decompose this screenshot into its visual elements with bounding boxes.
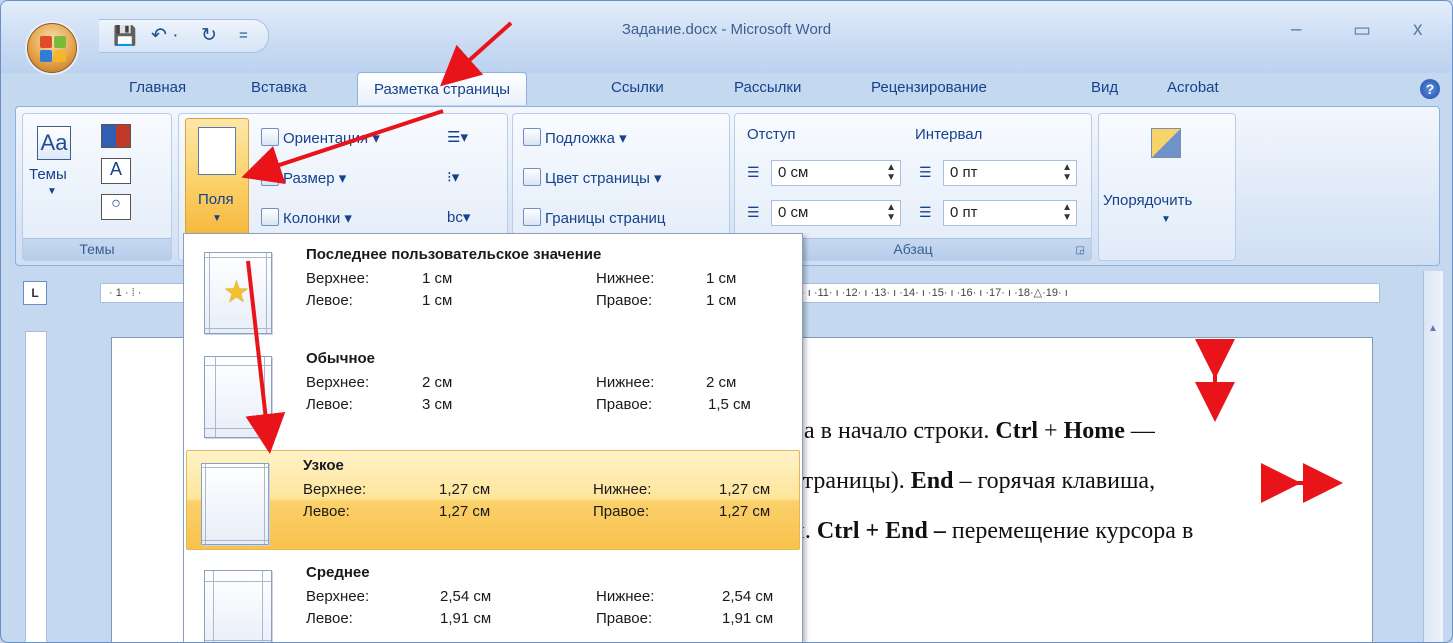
doc-line-3: и. Ctrl + End – перемещение курсора в (792, 518, 1194, 544)
watermark-button[interactable]: Подложка ▾ (523, 128, 627, 147)
orientation-button[interactable]: Ориентация ▾ (261, 128, 380, 147)
tab-mailings[interactable]: Рассылки (734, 79, 801, 96)
themes-group-label: Темы (23, 238, 171, 260)
page-borders-icon (523, 208, 541, 226)
spinner-icon[interactable]: ▲ ▼ (1062, 163, 1072, 183)
theme-colors-icon[interactable] (101, 124, 131, 148)
margins-option-last-custom[interactable]: ★ Последнее пользовательское значение Ве… (186, 240, 800, 340)
scroll-up-icon[interactable]: ▲ (1428, 323, 1438, 334)
tab-page-layout[interactable]: Разметка страницы (357, 72, 528, 105)
arrange-icon (1151, 128, 1181, 158)
title-bar: 💾 ↶ · ↻ = Задание.docx - Microsoft Word … (1, 1, 1452, 73)
tab-acrobat[interactable]: Acrobat (1167, 79, 1219, 96)
chevron-down-icon: ▼ (212, 213, 222, 224)
tab-selector-button[interactable]: L (23, 281, 47, 305)
indent-right-field[interactable]: 0 см ▲ ▼ (771, 200, 901, 226)
option-title: Обычное (306, 350, 376, 367)
tab-home[interactable]: Главная (129, 79, 186, 96)
spacing-before-icon: ☰ (919, 164, 932, 180)
window-title: Задание.docx - Microsoft Word (621, 21, 832, 38)
spinner-icon[interactable]: ▲ ▼ (1062, 203, 1072, 223)
themes-group: Aa Темы ▼ A ○ Темы (22, 113, 172, 261)
columns-button[interactable]: Колонки ▾ (261, 208, 352, 227)
page-thumbnail-icon (201, 463, 269, 545)
spacing-before-field[interactable]: 0 пт ▲ ▼ (943, 160, 1077, 186)
tab-review[interactable]: Рецензирование (871, 79, 987, 96)
chevron-down-icon: ▼ (1161, 214, 1171, 225)
margins-dropdown: ★ Последнее пользовательское значение Ве… (183, 233, 803, 642)
option-title: Среднее (306, 564, 370, 581)
margins-icon (198, 127, 236, 175)
paint-bucket-icon (523, 168, 541, 186)
page-thumbnail-icon (204, 570, 272, 642)
page-thumbnail-icon: ★ (204, 252, 272, 334)
indent-label: Отступ (747, 126, 796, 143)
spinner-icon[interactable]: ▲ ▼ (886, 163, 896, 183)
page-color-button[interactable]: Цвет страницы ▾ (523, 168, 662, 187)
line-numbers-icon[interactable]: ⁝▾ (447, 168, 459, 186)
ribbon-tabs: Главная Вставка Разметка страницы Ссылки… (1, 72, 1452, 107)
margins-option-normal[interactable]: Обычное Верхнее: 2 см Нижнее: 2 см Левое… (186, 344, 800, 444)
columns-icon (261, 208, 279, 226)
size-button[interactable]: Размер ▾ (261, 168, 346, 187)
star-icon: ★ (223, 276, 250, 309)
themes-icon: Aa (37, 126, 71, 160)
page-thumbnail-icon (204, 356, 272, 438)
close-button[interactable]: x (1413, 19, 1423, 41)
breaks-icon[interactable]: ☰▾ (447, 128, 468, 146)
watermark-icon (523, 128, 541, 146)
vertical-scrollbar[interactable]: ▲ (1423, 271, 1443, 642)
themes-label: Темы (29, 166, 67, 183)
spacing-after-icon: ☰ (919, 204, 932, 220)
spacing-label: Интервал (915, 126, 983, 143)
indent-left-icon: ☰ (747, 164, 760, 180)
dialog-launcher-icon[interactable]: ◲ (1076, 245, 1085, 256)
margins-option-narrow[interactable]: Узкое Верхнее: 1,27 см Нижнее: 1,27 см Л… (186, 450, 800, 550)
vertical-ruler[interactable] (25, 331, 47, 642)
theme-fonts-icon[interactable]: A (101, 158, 131, 184)
hyphenation-icon[interactable]: bc▾ (447, 208, 470, 226)
chevron-down-icon: ▼ (47, 186, 57, 197)
doc-line-1: ра в начало строки. Ctrl + Home — (792, 418, 1155, 444)
tab-references[interactable]: Ссылки (611, 79, 664, 96)
theme-effects-icon[interactable]: ○ (101, 194, 131, 220)
doc-line-2: страницы). End – горячая клавиша, (792, 468, 1156, 494)
office-logo-icon (40, 36, 66, 62)
margins-button[interactable]: Поля ▼ (185, 118, 249, 238)
ruler-right-ticks: · ı ·11· ı ·12· ı ·13· ı ·14· ı ·15· ı ·… (801, 287, 1068, 299)
help-icon[interactable]: ? (1420, 79, 1440, 99)
size-icon (261, 168, 279, 186)
indent-right-icon: ☰ (747, 204, 760, 220)
minimize-button[interactable]: – (1291, 19, 1302, 41)
spacing-after-field[interactable]: 0 пт ▲ ▼ (943, 200, 1077, 226)
margins-option-moderate[interactable]: Среднее Верхнее: 2,54 см Нижнее: 2,54 см… (186, 558, 800, 642)
page-borders-button[interactable]: Границы страниц (523, 208, 665, 227)
maximize-button[interactable]: ▭ (1353, 19, 1371, 42)
orientation-icon (261, 128, 279, 146)
tab-insert[interactable]: Вставка (251, 79, 307, 96)
themes-button[interactable]: Aa Темы ▼ (29, 122, 83, 222)
word-window: 💾 ↶ · ↻ = Задание.docx - Microsoft Word … (0, 0, 1453, 643)
indent-left-field[interactable]: 0 см ▲ ▼ (771, 160, 901, 186)
option-title: Узкое (303, 457, 344, 474)
arrange-group: Упорядочить ▼ (1098, 113, 1236, 261)
arrange-button[interactable]: Упорядочить ▼ (1103, 122, 1231, 232)
margins-label: Поля (198, 191, 234, 208)
ruler-left-ticks: · 1 · ⁞ · (109, 287, 142, 299)
option-title: Последнее пользовательское значение (306, 246, 602, 263)
arrange-label: Упорядочить (1103, 192, 1193, 209)
tab-view[interactable]: Вид (1091, 79, 1118, 96)
spinner-icon[interactable]: ▲ ▼ (886, 203, 896, 223)
